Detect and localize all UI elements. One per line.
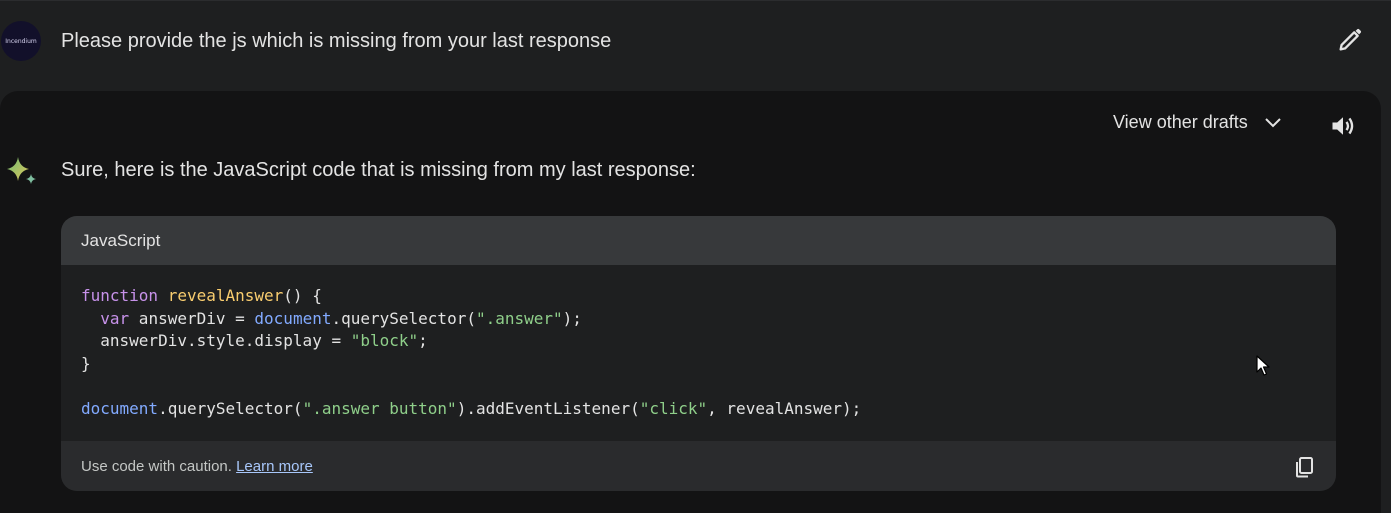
code-line: document.querySelector(".answer button")… [81,398,862,418]
code-body[interactable]: function revealAnswer() { var answerDiv … [61,265,1336,441]
chat-page: Incendium Please provide the js which is… [0,0,1391,513]
code-line: answerDiv.style.display = "block"; [81,331,428,351]
pencil-icon[interactable] [1336,26,1364,54]
avatar[interactable]: Incendium [1,21,41,61]
caution-note: Use code with caution. Learn more [81,458,313,475]
caution-text: Use code with caution. [81,458,232,475]
code-line: function revealAnswer() { [81,286,322,305]
code-header: JavaScript [61,216,1336,265]
chevron-down-icon [1265,118,1281,128]
response-intro-text: Sure, here is the JavaScript code that i… [61,159,696,181]
code-content[interactable]: function revealAnswer() { var answerDiv … [81,285,861,421]
mouse-cursor-icon [1256,355,1270,376]
code-block: JavaScript function revealAnswer() { var… [61,216,1336,491]
avatar-text: Incendium [5,37,37,45]
code-line: } [81,353,91,373]
copy-icon[interactable] [1293,455,1317,479]
speaker-icon[interactable] [1329,112,1357,140]
code-language-label: JavaScript [81,231,161,250]
user-prompt-row: Incendium Please provide the js which is… [0,0,1391,91]
code-line: var answerDiv = document.querySelector("… [100,308,582,328]
learn-more-link[interactable]: Learn more [236,458,313,475]
user-prompt-text: Please provide the js which is missing f… [61,30,612,52]
view-other-drafts-label: View other drafts [1113,111,1248,132]
view-other-drafts-button[interactable]: View other drafts [1113,111,1282,133]
sparkle-icon [7,157,36,184]
response-panel: View other drafts Sure, here is the Java… [0,91,1381,513]
code-footer: Use code with caution. Learn more [61,441,1336,491]
